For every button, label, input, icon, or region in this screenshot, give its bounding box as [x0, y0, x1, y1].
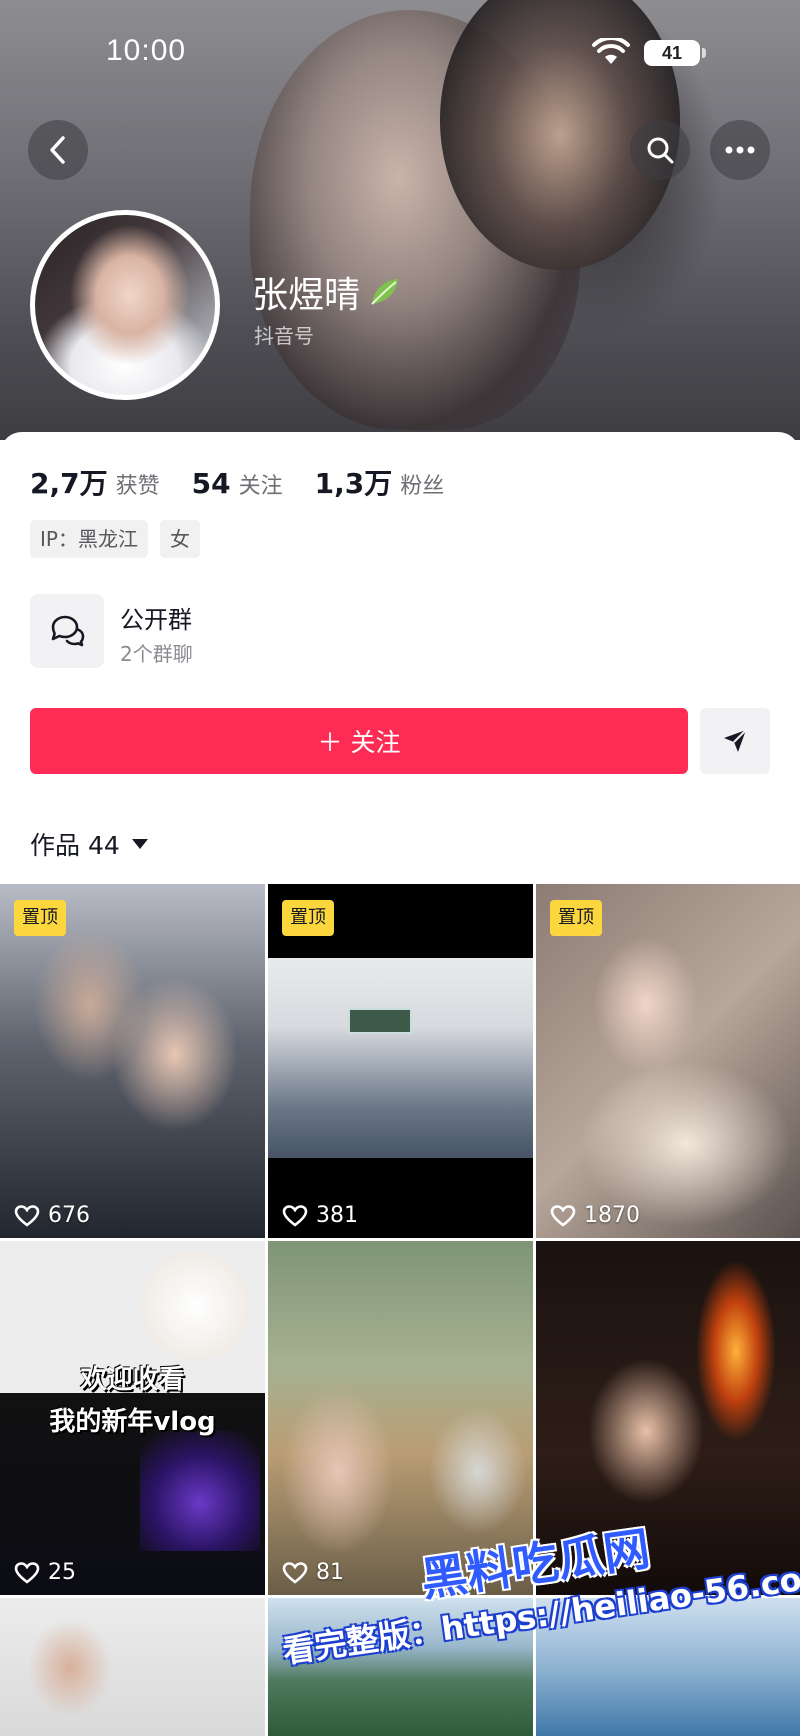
likes-count: 381	[316, 1203, 358, 1228]
likes-count: 676	[48, 1203, 90, 1228]
puppy-image	[140, 1251, 250, 1361]
back-button[interactable]	[28, 120, 88, 180]
douyin-id-label[interactable]: 抖音号	[254, 320, 314, 349]
group-title: 公开群	[120, 606, 192, 634]
video-caption: 我的新年vlog	[49, 1407, 216, 1437]
caret-down-icon	[131, 839, 148, 849]
blackboard	[348, 1008, 412, 1034]
group-chat-icon-box	[30, 594, 104, 668]
tag-gender: 女	[159, 520, 200, 558]
stat-value: 1,3万	[314, 467, 393, 500]
chevron-left-icon	[50, 136, 65, 164]
send-icon	[724, 729, 747, 752]
search-button[interactable]	[630, 120, 690, 180]
video-likes: 381	[282, 1203, 358, 1228]
wifi-icon	[592, 38, 630, 64]
video-thumbnail[interactable]	[0, 1598, 265, 1736]
stat-following[interactable]: 54 关注	[192, 467, 283, 500]
video-likes: 25	[14, 1560, 76, 1585]
heart-icon	[282, 1204, 308, 1227]
video-thumbnail[interactable]: 欢迎收看 我的新年vlog 25	[0, 1241, 265, 1595]
send-message-button[interactable]	[700, 708, 770, 774]
heart-icon	[550, 1204, 576, 1227]
follow-button[interactable]: ＋ 关注	[30, 708, 688, 774]
nickname-text: 张煜晴	[252, 275, 361, 316]
video-thumbnail[interactable]: 置顶 1870	[536, 884, 800, 1238]
tag-ip-location: IP：黑龙江	[30, 520, 148, 558]
video-thumbnail[interactable]: 置顶 381	[268, 884, 533, 1238]
video-caption: 欢迎收看	[80, 1365, 185, 1395]
works-tab[interactable]: 作品 44	[30, 826, 148, 862]
profile-panel: 2,7万 获赞 54 关注 1,3万 粉丝 IP：黑龙江 女 公开群 2个群聊 …	[0, 432, 800, 884]
heart-icon	[14, 1561, 40, 1584]
stat-value: 54	[191, 467, 231, 500]
pinned-badge: 置顶	[282, 900, 334, 936]
profile-nickname: 张煜晴	[252, 266, 402, 318]
works-tab-label: 作品 44	[30, 831, 120, 860]
profile-stats: 2,7万 获赞 54 关注 1,3万 粉丝	[30, 462, 476, 502]
video-thumbnail[interactable]: 置顶 676	[0, 884, 265, 1238]
search-icon	[647, 137, 674, 164]
public-group-entry[interactable]: 公开群 2个群聊	[30, 594, 770, 672]
stat-label: 获赞	[115, 474, 160, 499]
battery-icon: 41	[644, 40, 706, 66]
heart-icon	[282, 1561, 308, 1584]
classroom-photo	[268, 958, 533, 1158]
group-chat-icon	[51, 615, 85, 647]
stat-likes[interactable]: 2,7万 获赞	[30, 462, 160, 502]
video-likes: 81	[282, 1560, 344, 1585]
pinned-badge: 置顶	[550, 900, 602, 936]
avatar[interactable]	[30, 210, 220, 400]
likes-count: 1870	[584, 1203, 640, 1228]
likes-count: 81	[316, 1560, 344, 1585]
stat-followers[interactable]: 1,3万 粉丝	[315, 462, 445, 502]
more-button[interactable]	[710, 120, 770, 180]
more-dots-icon	[725, 146, 755, 154]
video-likes: 1870	[550, 1203, 640, 1228]
stat-label: 粉丝	[400, 474, 445, 499]
neon-lights-image	[140, 1431, 260, 1551]
stat-label: 关注	[238, 474, 283, 499]
status-bar: 10:00 41	[0, 0, 800, 110]
profile-tags: IP：黑龙江 女	[30, 520, 200, 558]
video-likes: 676	[14, 1203, 90, 1228]
likes-count: 25	[48, 1560, 76, 1585]
leaf-icon	[371, 279, 399, 305]
status-time: 10:00	[106, 34, 187, 67]
stat-value: 2,7万	[30, 467, 108, 500]
pinned-badge: 置顶	[14, 900, 66, 936]
heart-icon	[14, 1204, 40, 1227]
group-subtitle: 2个群聊	[120, 642, 193, 666]
